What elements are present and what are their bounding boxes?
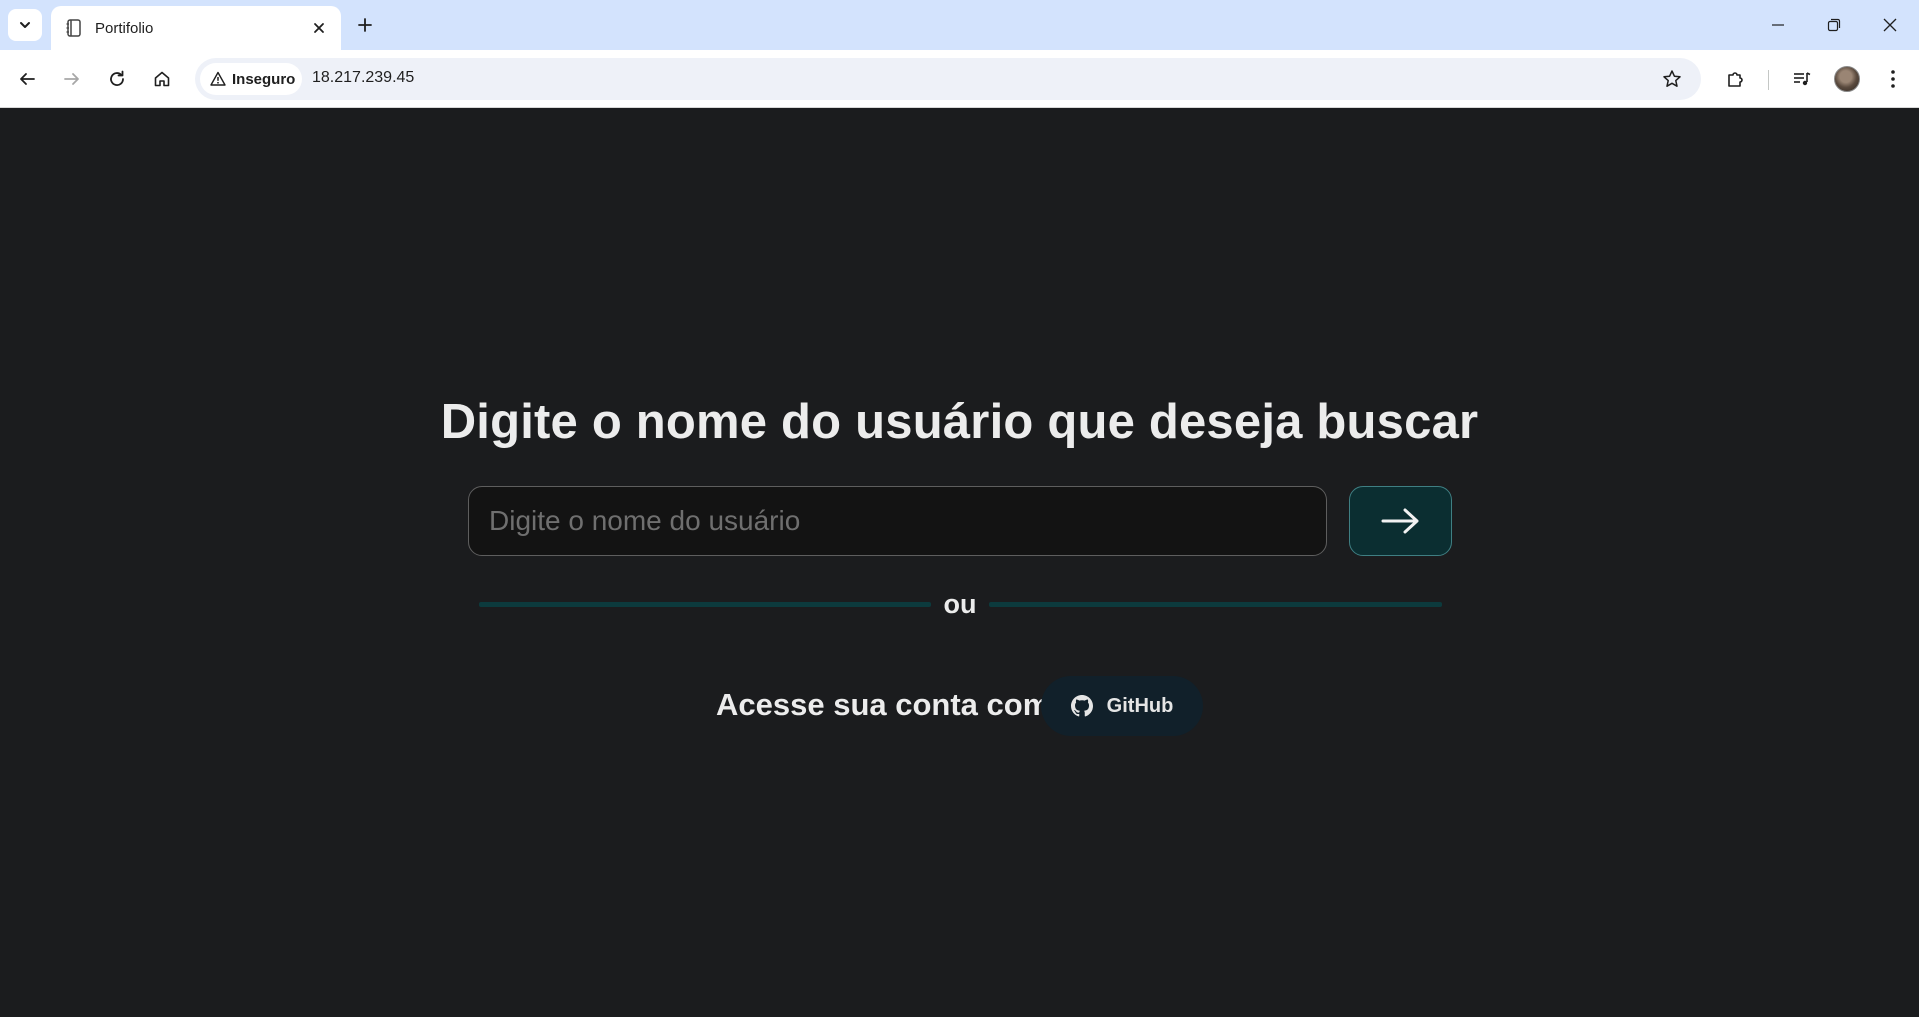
new-tab-button[interactable]: [350, 10, 380, 40]
extensions-button[interactable]: [1719, 62, 1753, 96]
browser-tabstrip: Portifolio: [0, 0, 1919, 50]
tab-search-button[interactable]: [8, 9, 42, 41]
restore-button[interactable]: [1806, 0, 1862, 50]
notebook-icon: [63, 17, 85, 39]
browser-tab-active[interactable]: Portifolio: [51, 6, 341, 50]
forward-button[interactable]: [55, 62, 89, 96]
kebab-menu-icon: [1891, 70, 1895, 88]
bookmark-button[interactable]: [1655, 62, 1689, 96]
browser-menu-button[interactable]: [1876, 62, 1910, 96]
toolbar-separator: [1768, 70, 1769, 90]
security-label: Inseguro: [232, 70, 296, 88]
github-icon: [1070, 695, 1093, 717]
warning-icon: [210, 71, 226, 86]
close-window-button[interactable]: [1862, 0, 1918, 50]
address-bar[interactable]: Inseguro 18.217.239.45: [195, 58, 1701, 100]
reload-icon: [110, 70, 124, 86]
home-icon: [154, 71, 170, 87]
browser-toolbar: Inseguro 18.217.239.45: [0, 50, 1919, 108]
media-button[interactable]: [1785, 62, 1819, 96]
minimize-button[interactable]: [1750, 0, 1806, 50]
divider-text: ou: [943, 589, 977, 619]
close-icon[interactable]: [307, 16, 331, 40]
reload-button[interactable]: [100, 62, 134, 96]
page-content: Digite o nome do usuário que deseja busc…: [0, 109, 1919, 1017]
divider-line-left: [479, 602, 931, 607]
profile-button[interactable]: [1830, 62, 1864, 96]
plus-icon: [358, 18, 372, 32]
avatar: [1834, 66, 1860, 92]
chevron-down-icon: [20, 22, 30, 28]
security-chip[interactable]: Inseguro: [200, 63, 302, 95]
divider-line-right: [989, 602, 1442, 607]
puzzle-icon: [1728, 72, 1743, 87]
github-button-label: GitHub: [1106, 694, 1174, 717]
star-icon: [1663, 70, 1681, 87]
arrow-right-icon: [1381, 508, 1418, 534]
page-title: Digite o nome do usuário que deseja busc…: [440, 395, 1479, 449]
github-login-button[interactable]: GitHub: [1041, 676, 1203, 736]
restore-icon: [1827, 18, 1841, 32]
back-button[interactable]: [10, 62, 44, 96]
media-queue-icon: [1794, 72, 1811, 86]
arrow-left-icon: [20, 73, 35, 85]
search-submit-button[interactable]: [1349, 486, 1452, 556]
home-button[interactable]: [145, 62, 179, 96]
minimize-icon: [1772, 24, 1784, 26]
url-text[interactable]: 18.217.239.45: [312, 69, 414, 87]
username-search-input[interactable]: [468, 486, 1327, 556]
arrow-right-icon: [64, 73, 79, 85]
tab-title: Portifolio: [95, 19, 154, 37]
close-icon: [1883, 18, 1897, 32]
login-label: Acesse sua conta com: [716, 687, 1051, 722]
